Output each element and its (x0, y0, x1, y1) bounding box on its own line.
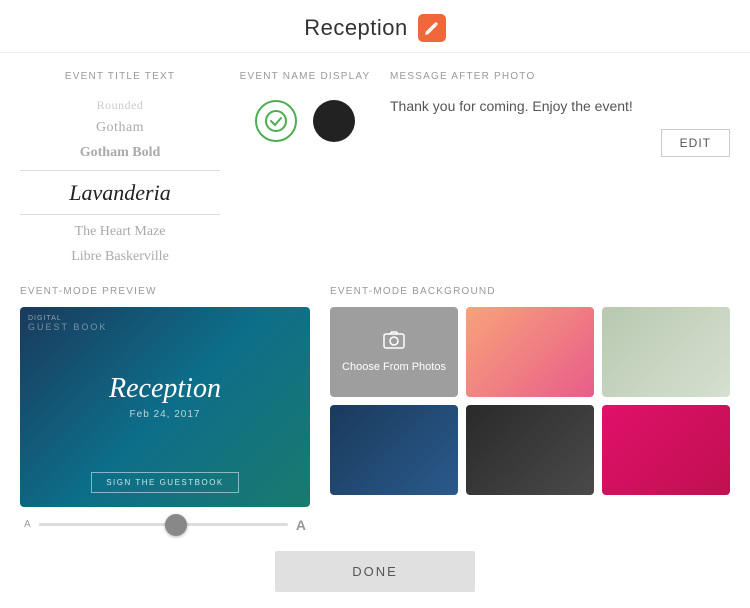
background-navy-gradient[interactable] (330, 405, 458, 495)
font-item-heart-maze[interactable]: The Heart Maze (20, 221, 220, 243)
header: Reception (0, 0, 750, 53)
font-item-libre[interactable]: Libre Baskerville (20, 246, 220, 268)
slider-row: A A (20, 517, 310, 533)
font-item-gotham-bold[interactable]: Gotham Bold (20, 142, 220, 164)
preview-top-label: DIGITAL GUEST BOOK (28, 315, 107, 332)
preview-date: Feb 24, 2017 (130, 409, 201, 420)
event-name-display-section: EVENT NAME DISPLAY (230, 71, 380, 268)
preview-cta: SIGN THE GUESTBOOK (91, 472, 239, 493)
choose-photos-button[interactable]: Choose From Photos (330, 307, 458, 397)
edit-message-button[interactable]: EDIT (661, 129, 730, 157)
event-title-text-section: EVENT TITLE TEXT Rounded Gotham Gotham B… (20, 71, 220, 268)
message-after-photo-section: MESSAGE AFTER PHOTO Thank you for coming… (390, 71, 730, 268)
background-magenta-gradient[interactable] (602, 405, 730, 495)
done-button[interactable]: DONE (275, 551, 475, 592)
preview-digital-label: DIGITAL (28, 315, 62, 322)
toggle-off-button[interactable] (313, 100, 355, 142)
message-after-photo-label: MESSAGE AFTER PHOTO (390, 71, 730, 82)
background-sage-gradient[interactable] (602, 307, 730, 397)
preview-title: Reception (109, 373, 221, 405)
background-dark-gradient[interactable] (466, 405, 594, 495)
slider-fill (39, 523, 176, 526)
toggle-on-button[interactable] (255, 100, 297, 142)
edit-title-button[interactable] (418, 14, 446, 42)
preview-card: DIGITAL GUEST BOOK Reception Feb 24, 201… (20, 307, 310, 507)
slider-left-label: A (24, 519, 31, 530)
choose-photos-label: Choose From Photos (342, 361, 446, 373)
toggle-row (255, 100, 355, 142)
main-settings: EVENT TITLE TEXT Rounded Gotham Gotham B… (0, 53, 750, 268)
slider-track[interactable] (39, 523, 288, 526)
font-item-rounded[interactable]: Rounded (20, 96, 220, 115)
slider-thumb[interactable] (165, 514, 187, 536)
checkmark-icon (265, 110, 287, 132)
background-label: EVENT-MODE BACKGROUND (330, 286, 730, 297)
page-title: Reception (304, 15, 408, 41)
event-title-label: EVENT TITLE TEXT (20, 71, 220, 82)
background-grid: Choose From Photos (330, 307, 730, 495)
preview-label: EVENT-MODE PREVIEW (20, 286, 310, 297)
background-section: EVENT-MODE BACKGROUND Choose From Photos (330, 286, 730, 533)
bottom-section: EVENT-MODE PREVIEW DIGITAL GUEST BOOK Re… (0, 268, 750, 533)
camera-icon (383, 331, 405, 349)
preview-section: EVENT-MODE PREVIEW DIGITAL GUEST BOOK Re… (20, 286, 310, 533)
font-list: Rounded Gotham Gotham Bold Lavanderia Th… (20, 96, 220, 268)
preview-logo: GUEST BOOK (28, 322, 107, 332)
event-name-label: EVENT NAME DISPLAY (240, 71, 371, 82)
message-text: Thank you for coming. Enjoy the event! (390, 96, 730, 117)
slider-right-label: A (296, 517, 306, 533)
pencil-icon (425, 21, 439, 35)
background-pink-gradient[interactable] (466, 307, 594, 397)
photo-icon (383, 331, 405, 355)
font-item-gotham[interactable]: Gotham (20, 117, 220, 139)
done-row: DONE (0, 533, 750, 608)
font-item-lavanderia[interactable]: Lavanderia (20, 170, 220, 215)
